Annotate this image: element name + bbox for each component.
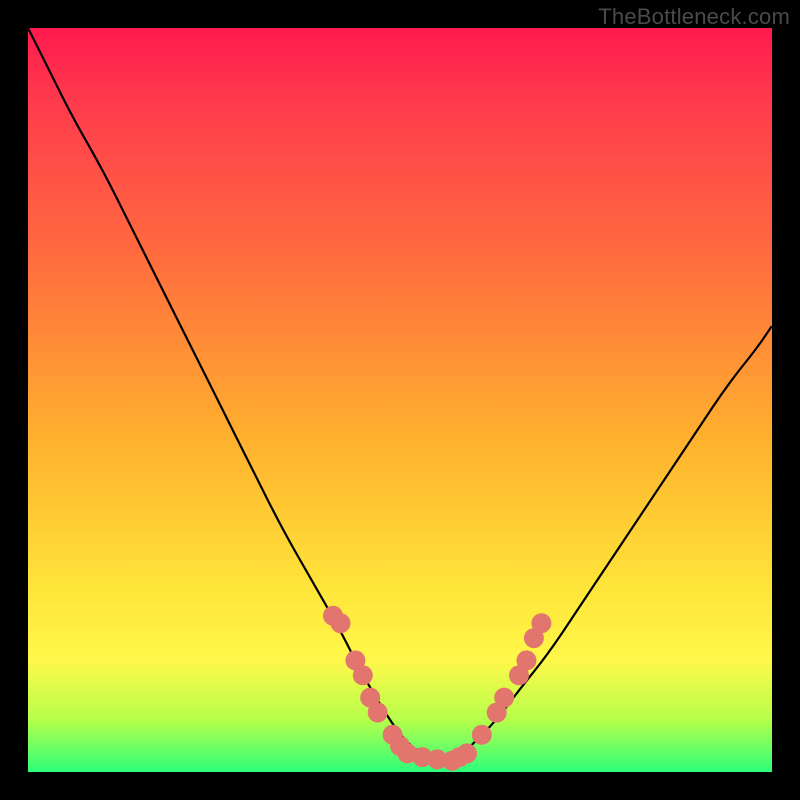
curve-group <box>28 28 772 760</box>
highlighted-point <box>368 703 388 723</box>
highlighted-point <box>331 613 351 633</box>
highlighted-point <box>457 743 477 763</box>
chart-svg <box>28 28 772 772</box>
watermark-text: TheBottleneck.com <box>598 4 790 30</box>
highlighted-point <box>494 688 514 708</box>
highlighted-point <box>472 725 492 745</box>
highlighted-points-group <box>323 606 551 771</box>
highlighted-point <box>531 613 551 633</box>
plot-area <box>28 28 772 772</box>
highlighted-point <box>353 665 373 685</box>
highlighted-point <box>517 650 537 670</box>
chart-frame: TheBottleneck.com <box>0 0 800 800</box>
bottleneck-curve-path <box>28 28 772 760</box>
